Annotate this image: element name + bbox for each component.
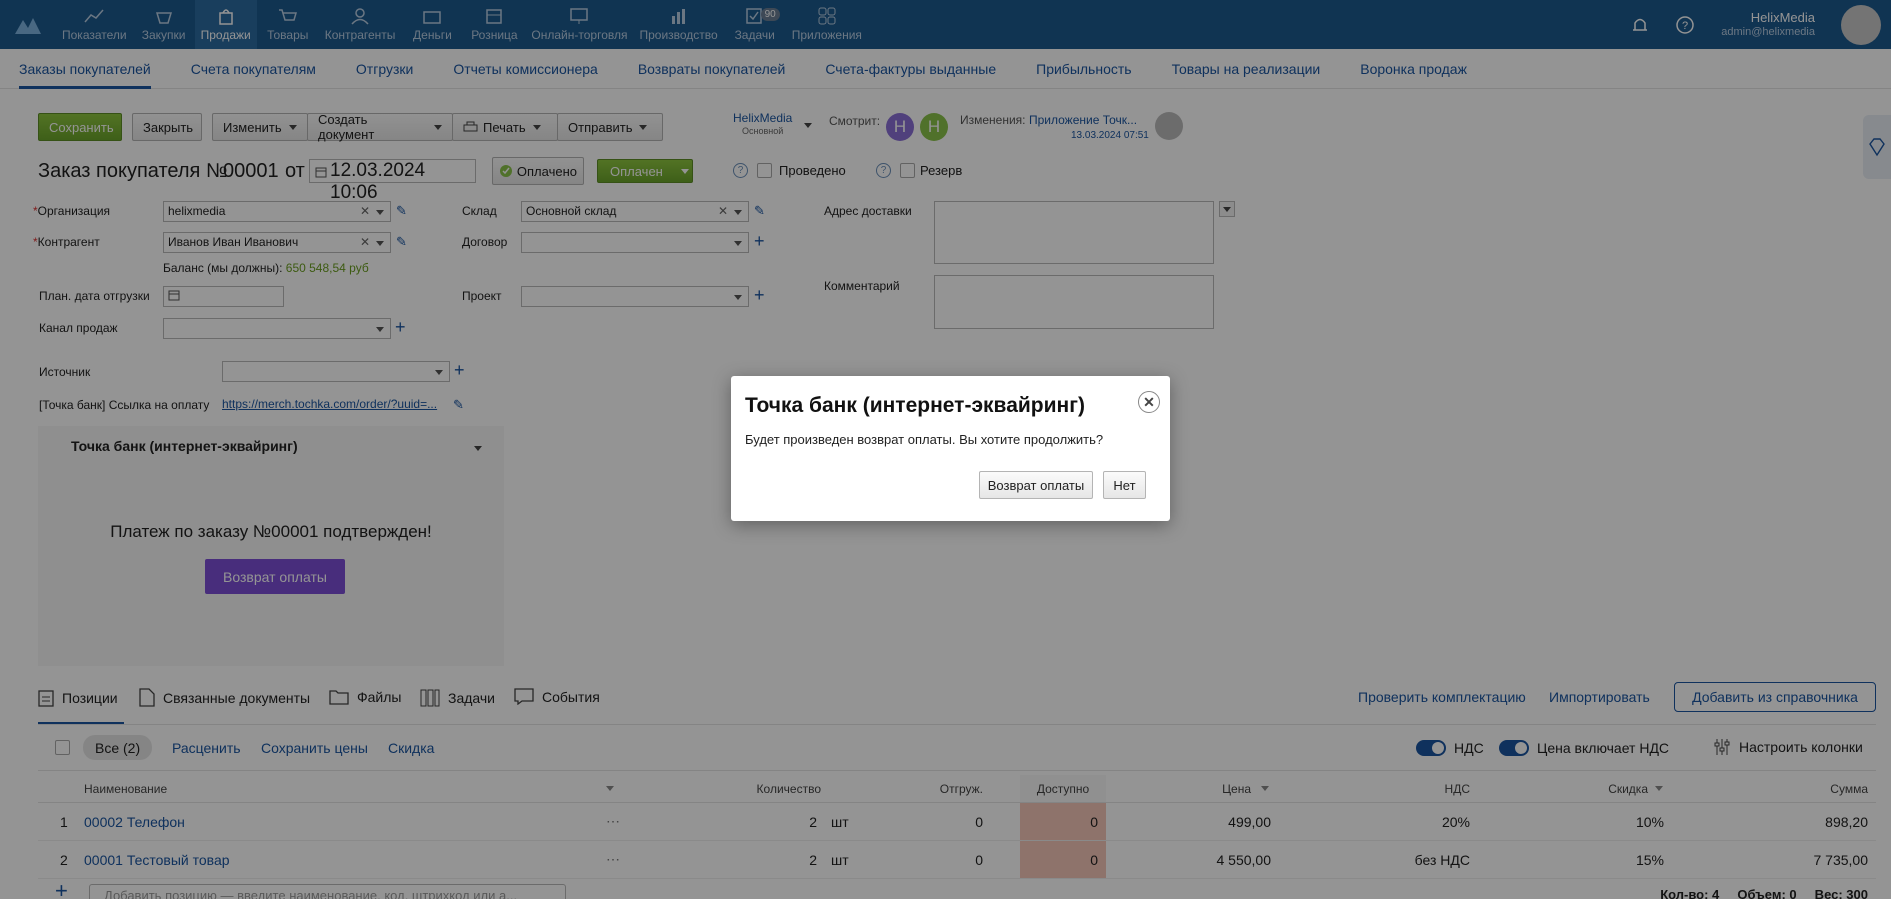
dialog-title: Точка банк (интернет-эквайринг): [745, 394, 1085, 417]
refund-confirm-dialog: Точка банк (интернет-эквайринг) ✕ Будет …: [731, 376, 1170, 521]
confirm-refund-button[interactable]: Возврат оплаты: [979, 471, 1093, 499]
cancel-button[interactable]: Нет: [1103, 471, 1146, 499]
close-icon[interactable]: ✕: [1138, 391, 1160, 413]
dialog-message: Будет произведен возврат оплаты. Вы хоти…: [745, 432, 1104, 447]
